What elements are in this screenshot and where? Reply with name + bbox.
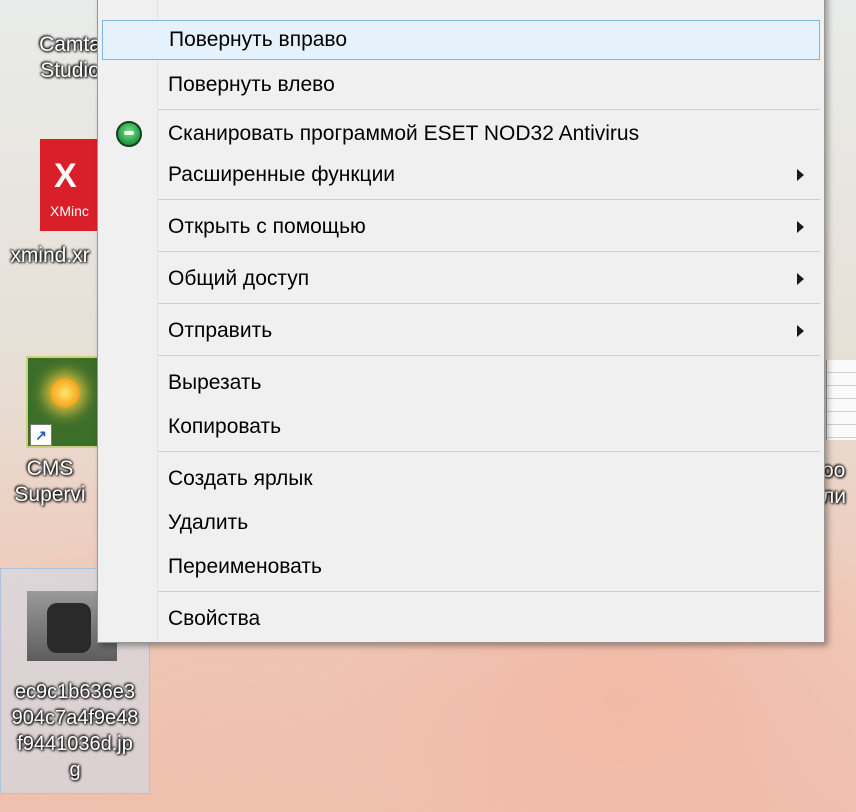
xmind-logo-text: XMinc [50,203,89,219]
label-line: ec9c1b636e3 [14,681,136,703]
menu-item-label: Удалить [168,511,249,534]
menu-item-label: Отправить [168,319,273,342]
menu-item-label: Свойства [168,607,261,630]
menu-item-label: Сканировать программой ESET NOD32 Antivi… [168,122,640,145]
menu-item-label: Повернуть влево [168,73,335,96]
context-menu: Повернуть вправо Повернуть влево Сканиро… [97,0,825,643]
menu-item-copy[interactable]: Копировать [102,407,820,447]
menu-item-rename[interactable]: Переименовать [102,547,820,587]
menu-separator [158,109,820,110]
desktop-icon-xmind[interactable]: X XMinc xmind.xr [0,135,100,275]
submenu-arrow-icon [797,169,804,181]
menu-item-send-to[interactable]: Отправить [102,311,820,351]
partial-document-icon[interactable] [826,360,856,440]
xmind-logo-letter: X [54,157,77,195]
menu-item-label: Открыть с помощью [168,215,366,238]
desktop-icon-cms-supervisor[interactable]: ↗ CMS Supervi [0,352,102,522]
menu-separator [158,303,820,304]
menu-separator [158,355,820,356]
menu-separator [158,251,820,252]
label-line: oo [822,459,846,482]
menu-item-advanced-functions[interactable]: Расширенные функции [102,155,820,195]
menu-item-label: Общий доступ [168,267,310,290]
menu-item-delete[interactable]: Удалить [102,503,820,543]
thumbnail-object [47,603,91,653]
menu-item-label: Повернуть вправо [169,28,348,51]
label-line: ли [822,485,846,508]
menu-item-label: Расширенные функции [168,163,396,186]
shortcut-arrow-icon: ↗ [30,424,52,446]
sun-icon [50,378,80,408]
desktop-icon-label: ec9c1b636e3 904c7a4f9e48 f9441036d.jp g [1,679,149,783]
menu-item-eset-scan[interactable]: Сканировать программой ESET NOD32 Antivi… [102,114,820,154]
submenu-arrow-icon [797,221,804,233]
menu-item-rotate-left[interactable]: Повернуть влево [102,65,820,105]
label-line: f9441036d.jp [17,733,133,755]
label-line: g [69,759,81,781]
label-line: 904c7a4f9e48 [11,707,139,729]
xmind-icon: X XMinc [40,139,100,231]
menu-item-open-with[interactable]: Открыть с помощью [102,207,820,247]
menu-separator [158,591,820,592]
desktop-icon-label: xmind.xr [10,244,90,267]
menu-item-label: Копировать [168,415,282,438]
desktop-icon-label: CMS Supervi [0,456,100,508]
menu-item-rotate-right[interactable]: Повернуть вправо [102,20,820,60]
label-line: Supervi [14,483,86,506]
menu-separator [158,451,820,452]
partial-icon-label: oo ли [822,458,846,510]
menu-item-properties[interactable]: Свойства [102,599,820,639]
eset-icon [116,121,142,147]
menu-item-create-shortcut[interactable]: Создать ярлык [102,459,820,499]
menu-item-cut[interactable]: Вырезать [102,363,820,403]
label-line: CMS [26,457,74,480]
menu-item-label: Вырезать [168,371,262,394]
menu-item-label: Переименовать [168,555,322,578]
submenu-arrow-icon [797,325,804,337]
menu-item-label: Создать ярлык [168,467,313,490]
menu-item-share[interactable]: Общий доступ [102,259,820,299]
menu-separator [158,199,820,200]
submenu-arrow-icon [797,273,804,285]
desktop: Camta Studio X XMinc xmind.xr ↗ CMS Supe… [0,0,856,812]
